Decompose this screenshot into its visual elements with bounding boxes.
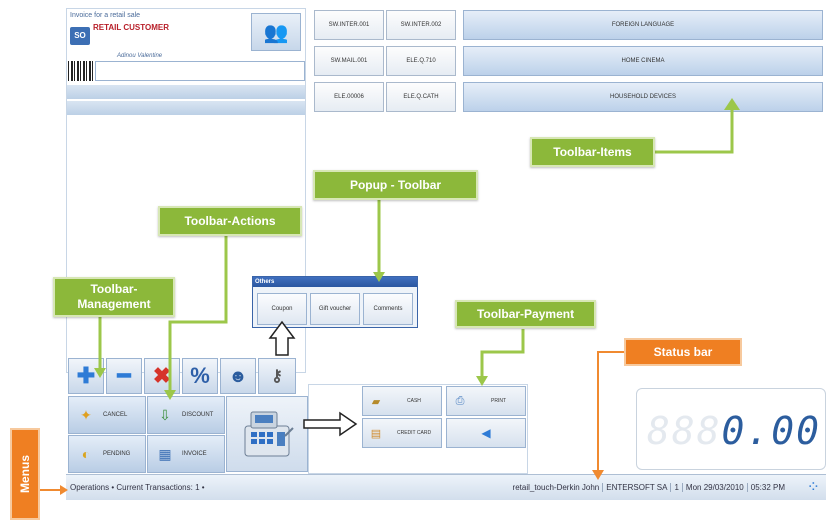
cash-button[interactable]: ▰ CASH	[362, 386, 442, 416]
minus-icon: ━	[117, 363, 131, 388]
barcode-input[interactable]	[95, 61, 305, 81]
payment-button[interactable]	[226, 396, 308, 472]
callout-toolbar-management: Toolbar- Management	[53, 277, 175, 317]
invoice-title: Invoice for a retail sale	[70, 12, 141, 19]
credit-card-button[interactable]: ▤ CREDIT CARD	[362, 418, 442, 448]
status-company: ENTERSOFT SA	[602, 483, 671, 492]
item-button[interactable]: ELE.Q.CATH	[386, 82, 456, 112]
customer-select-button[interactable]: 👥	[251, 13, 301, 51]
cancel-label: CANCEL	[103, 412, 128, 418]
pending-button[interactable]: ◐ PENDING	[68, 435, 146, 473]
callout-menus: Menus	[10, 428, 40, 520]
print-button[interactable]: ⎙ PRINT	[446, 386, 526, 416]
callout-popup-toolbar: Popup - Toolbar	[313, 170, 478, 200]
delete-icon: ✖	[152, 363, 172, 388]
percent-button[interactable]: %	[182, 358, 218, 394]
amount-display: 888 0.00	[636, 388, 826, 470]
person-button[interactable]: ☻	[220, 358, 256, 394]
gift-voucher-button[interactable]: Gift voucher	[310, 293, 360, 325]
add-button[interactable]: ✚	[68, 358, 104, 394]
popup-toolbar: Others Coupon Gift voucher Comments	[252, 276, 418, 328]
others-button[interactable]: ⚷	[258, 358, 296, 394]
barcode-icon	[68, 61, 94, 81]
item-button[interactable]: ELE.Q.710	[386, 46, 456, 76]
discount-button[interactable]: ⇩ DISCOUNT	[147, 396, 225, 434]
cancel-icon: ✦	[80, 406, 92, 423]
document-icon: SO	[70, 27, 90, 45]
remove-button[interactable]: ━	[106, 358, 142, 394]
pending-icon: ◐	[81, 446, 91, 462]
item-button[interactable]: SW.INTER.001	[314, 10, 384, 40]
print-label: PRINT	[491, 398, 506, 404]
total-amount: 0.00	[721, 409, 821, 453]
status-date: Mon 29/03/2010	[681, 483, 747, 492]
status-info: retail_touch-Derkin John ENTERSOFT SA 1 Mon…	[510, 483, 788, 492]
category-button[interactable]: FOREIGN LANGUAGE	[463, 10, 823, 40]
arrow-left-icon: ◀	[481, 426, 491, 440]
category-button[interactable]: HOME CINEMA	[463, 46, 823, 76]
invoice-button[interactable]: ▦ INVOICE	[147, 435, 225, 473]
invoice-label: INVOICE	[182, 451, 207, 457]
app-logo-icon: ⁘	[806, 479, 820, 496]
callout-toolbar-items: Toolbar-Items	[530, 137, 655, 167]
discount-label: DISCOUNT	[182, 412, 214, 418]
item-button[interactable]: ELE.00006	[314, 82, 384, 112]
cash-icon: ▰	[371, 395, 381, 408]
user-name: Adinou Valentine	[117, 53, 163, 59]
customers-icon: 👥	[263, 21, 289, 44]
invoice-lines-header	[67, 85, 305, 99]
menu-operations[interactable]: Operations • Current Transactions: 1 •	[70, 483, 205, 492]
item-button[interactable]: SW.MAIL.001	[314, 46, 384, 76]
comments-button[interactable]: Comments	[363, 293, 413, 325]
status-time: 05:32 PM	[746, 483, 788, 492]
delete-button[interactable]: ✖	[144, 358, 180, 394]
discount-icon: ⇩	[159, 406, 171, 423]
status-number: 1	[670, 483, 682, 492]
credit-card-icon: ▤	[370, 427, 382, 440]
plus-icon: ✚	[76, 363, 96, 388]
cash-label: CASH	[407, 398, 421, 404]
invoice-icon: ▦	[158, 445, 172, 462]
callout-status-bar: Status bar	[624, 338, 742, 366]
status-user: retail_touch-Derkin John	[512, 483, 600, 492]
callout-toolbar-payment: Toolbar-Payment	[455, 300, 596, 328]
item-button[interactable]: SW.INTER.002	[386, 10, 456, 40]
invoice-line[interactable]	[67, 101, 305, 115]
coupon-button[interactable]: Coupon	[257, 293, 307, 325]
status-bar: Operations • Current Transactions: 1 • r…	[66, 474, 826, 500]
printer-icon: ⎙	[455, 394, 465, 407]
back-button[interactable]: ◀	[446, 418, 526, 448]
pending-label: PENDING	[103, 451, 131, 457]
cash-register-icon	[244, 411, 294, 457]
category-button[interactable]: HOUSEHOLD DEVICES	[463, 82, 823, 112]
cancel-button[interactable]: ✦ CANCEL	[68, 396, 146, 434]
credit-card-label: CREDIT CARD	[397, 430, 432, 436]
display-ghost-digits: 888	[647, 409, 722, 453]
percent-icon: %	[190, 363, 210, 388]
callout-toolbar-actions: Toolbar-Actions	[158, 206, 302, 236]
person-icon: ☻	[228, 365, 248, 386]
key-icon: ⚷	[271, 368, 283, 385]
customer-name[interactable]: RETAIL CUSTOMER	[93, 23, 169, 32]
popup-title: Others	[253, 277, 417, 287]
